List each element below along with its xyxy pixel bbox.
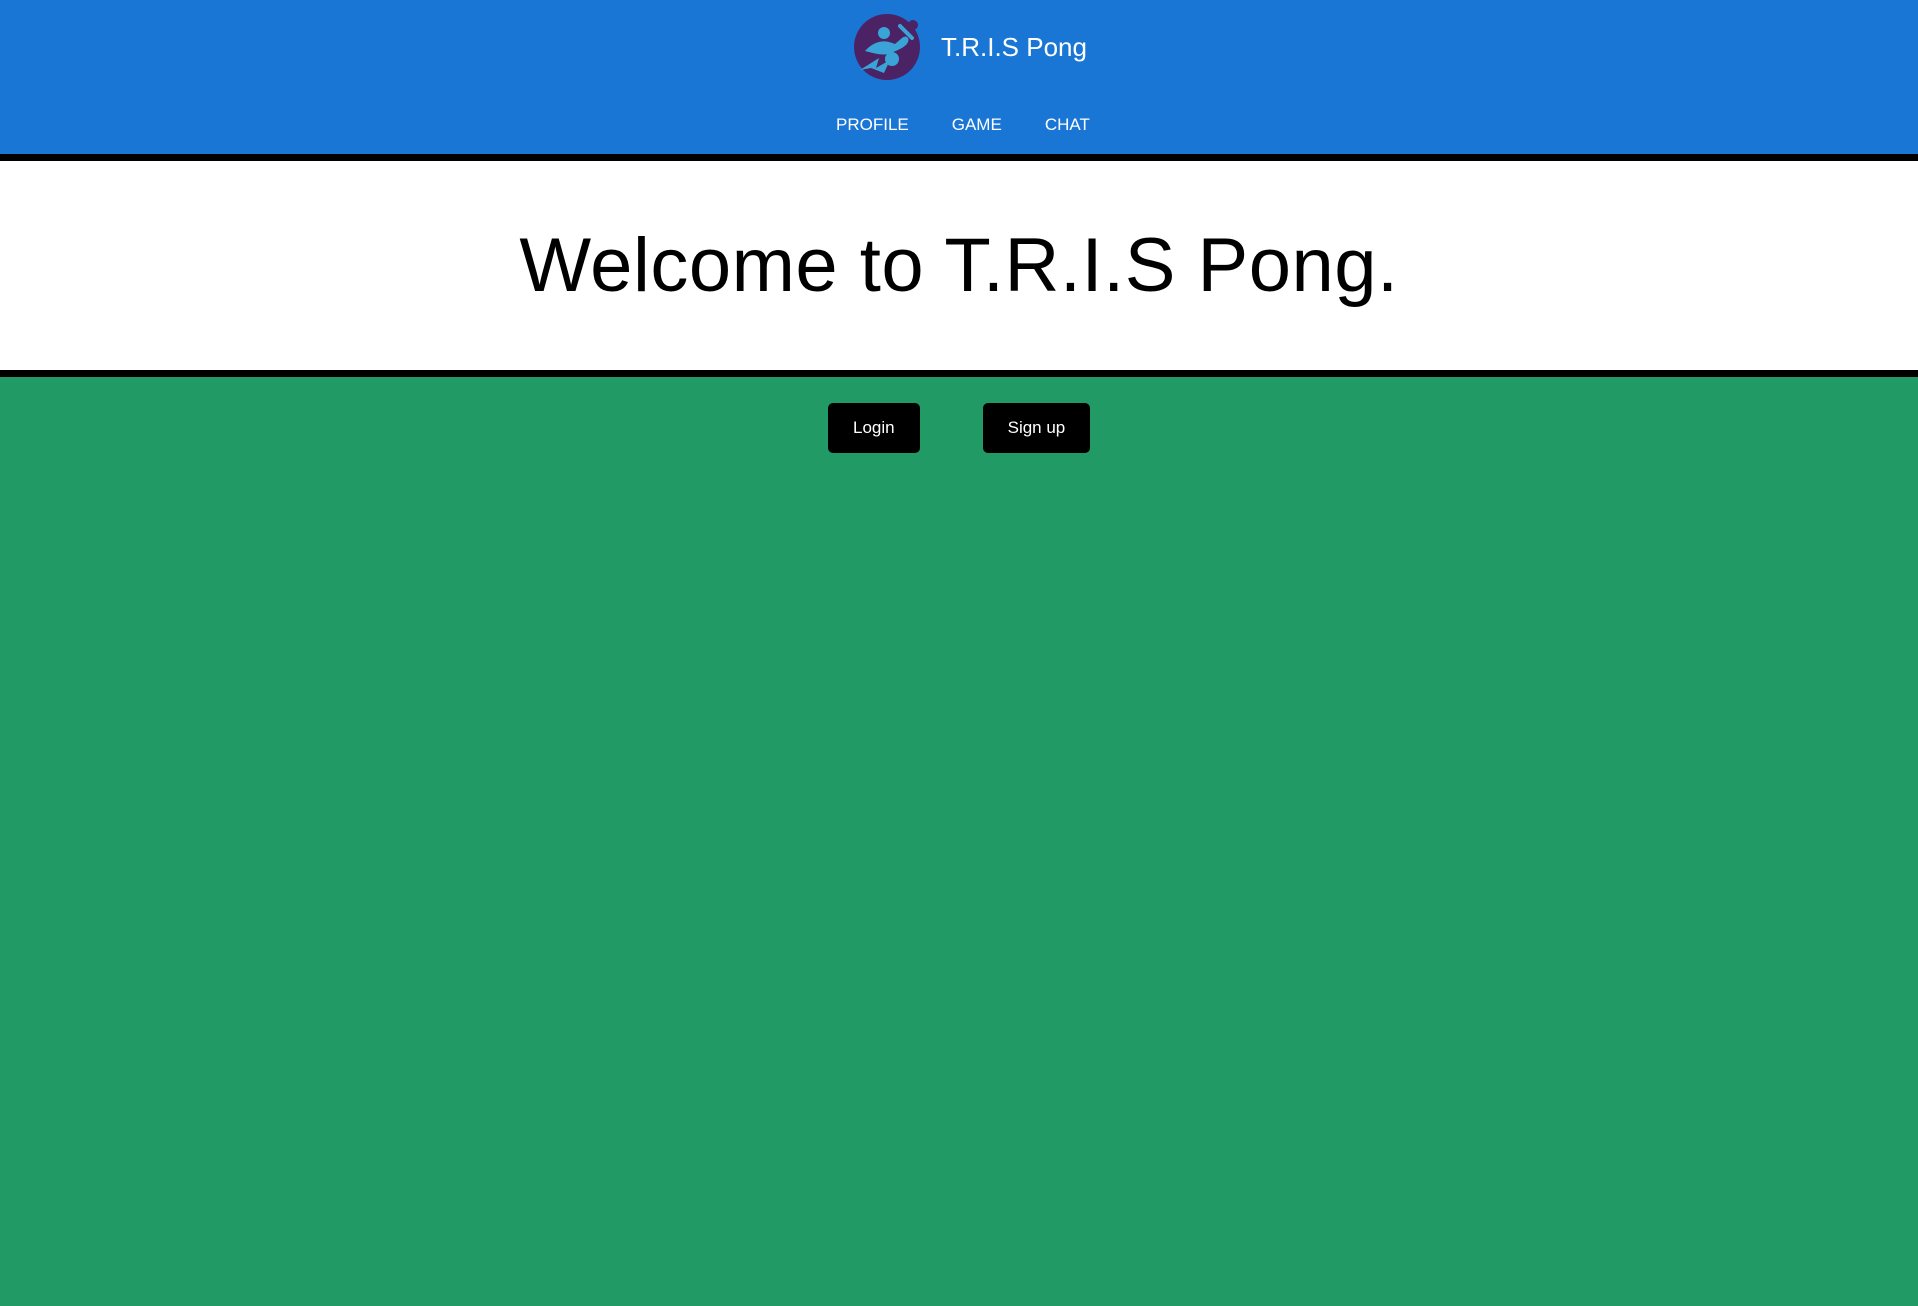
nav-game[interactable]: GAME — [938, 110, 1016, 140]
main-nav: PROFILE GAME CHAT — [822, 110, 1104, 140]
nav-profile[interactable]: PROFILE — [822, 110, 923, 140]
sign-up-button[interactable]: Sign up — [982, 403, 1091, 453]
bottom-divider — [0, 370, 1918, 377]
top-divider — [0, 154, 1918, 161]
page: T.R.I.S Pong PROFILE GAME CHAT Welcome t… — [0, 0, 1918, 1306]
ping-pong-player-icon — [854, 14, 920, 80]
welcome-heading: Welcome to T.R.I.S Pong. — [519, 222, 1399, 308]
app-header: T.R.I.S Pong PROFILE GAME CHAT — [0, 0, 1918, 154]
nav-chat[interactable]: CHAT — [1031, 110, 1104, 140]
hero-banner: Welcome to T.R.I.S Pong. — [0, 161, 1918, 370]
auth-actions: Login Sign up — [828, 403, 1091, 453]
login-button[interactable]: Login — [828, 403, 920, 453]
site-title: T.R.I.S Pong — [941, 32, 1087, 62]
brand[interactable]: T.R.I.S Pong — [853, 13, 1087, 81]
